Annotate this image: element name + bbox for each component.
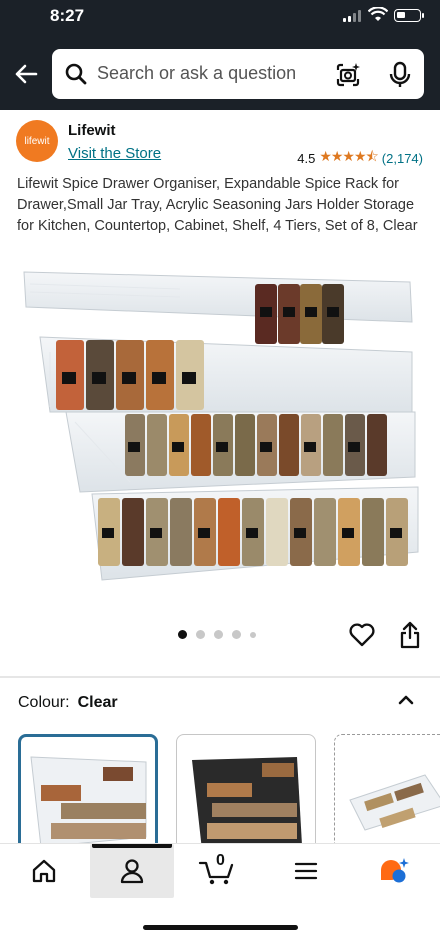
carousel-dot[interactable] (250, 631, 256, 638)
nav-home[interactable] (2, 844, 86, 898)
carousel-dot[interactable] (214, 630, 223, 639)
search-bar[interactable]: Search or ask a question (52, 49, 424, 99)
rating-count[interactable]: (2,174) (382, 151, 423, 166)
swatch-clear-alt[interactable] (334, 734, 440, 854)
image-carousel-dots[interactable] (178, 630, 256, 639)
microphone-icon[interactable] (388, 61, 412, 89)
carousel-dot[interactable] (178, 630, 187, 639)
colour-value: Clear (77, 694, 118, 711)
colour-row: Colour: Clear (18, 694, 118, 712)
visit-store-link[interactable]: Visit the Store (68, 145, 161, 162)
wifi-icon (368, 7, 388, 21)
battery-icon (394, 9, 424, 22)
nav-menu[interactable] (264, 844, 348, 898)
account-icon (120, 859, 144, 884)
camera-search-icon[interactable] (334, 61, 362, 89)
top-header: 8:27 Search or ask a question (0, 0, 440, 110)
carousel-dot[interactable] (196, 630, 205, 639)
brand-name: Lifewit (68, 122, 116, 139)
swatch-clear-image (30, 756, 147, 848)
home-icon (32, 859, 56, 883)
back-arrow-icon[interactable] (12, 60, 40, 88)
share-icon[interactable] (398, 620, 422, 650)
nav-rufus[interactable] (352, 844, 436, 898)
rufus-icon (381, 858, 409, 883)
brand-logo-text: lifewit (24, 135, 50, 147)
heart-icon[interactable] (348, 622, 376, 648)
search-icon (65, 63, 87, 85)
swatch-clear-alt-image (349, 774, 440, 831)
product-title: Lifewit Spice Drawer Organiser, Expandab… (17, 176, 418, 234)
status-time: 8:27 (50, 6, 85, 25)
rating-summary[interactable]: 4.5 ★★★★⯪ (2,174) (297, 146, 423, 170)
nav-account[interactable] (90, 844, 174, 898)
swatch-black-image (192, 757, 302, 850)
menu-icon (294, 862, 318, 880)
section-divider (0, 676, 440, 678)
swatch-black[interactable] (176, 734, 316, 854)
rating-stars-icon: ★★★★⯪ (319, 148, 378, 164)
brand-logo[interactable]: lifewit (16, 120, 58, 162)
status-bar: 8:27 (0, 0, 440, 34)
home-indicator (143, 925, 298, 930)
nav-cart[interactable]: 0 (176, 844, 260, 898)
product-image[interactable] (20, 262, 420, 592)
signal-icon (343, 10, 361, 22)
chevron-up-icon[interactable] (396, 690, 416, 710)
cart-count: 0 (216, 852, 225, 869)
rating-score: 4.5 (297, 150, 316, 166)
colour-label: Colour: (18, 694, 70, 711)
seller-row: lifewit Lifewit Visit the Store 4.5 ★★★★… (0, 110, 440, 170)
search-input[interactable]: Search or ask a question (97, 63, 296, 84)
swatch-clear[interactable] (18, 734, 158, 854)
carousel-dot[interactable] (232, 630, 241, 639)
